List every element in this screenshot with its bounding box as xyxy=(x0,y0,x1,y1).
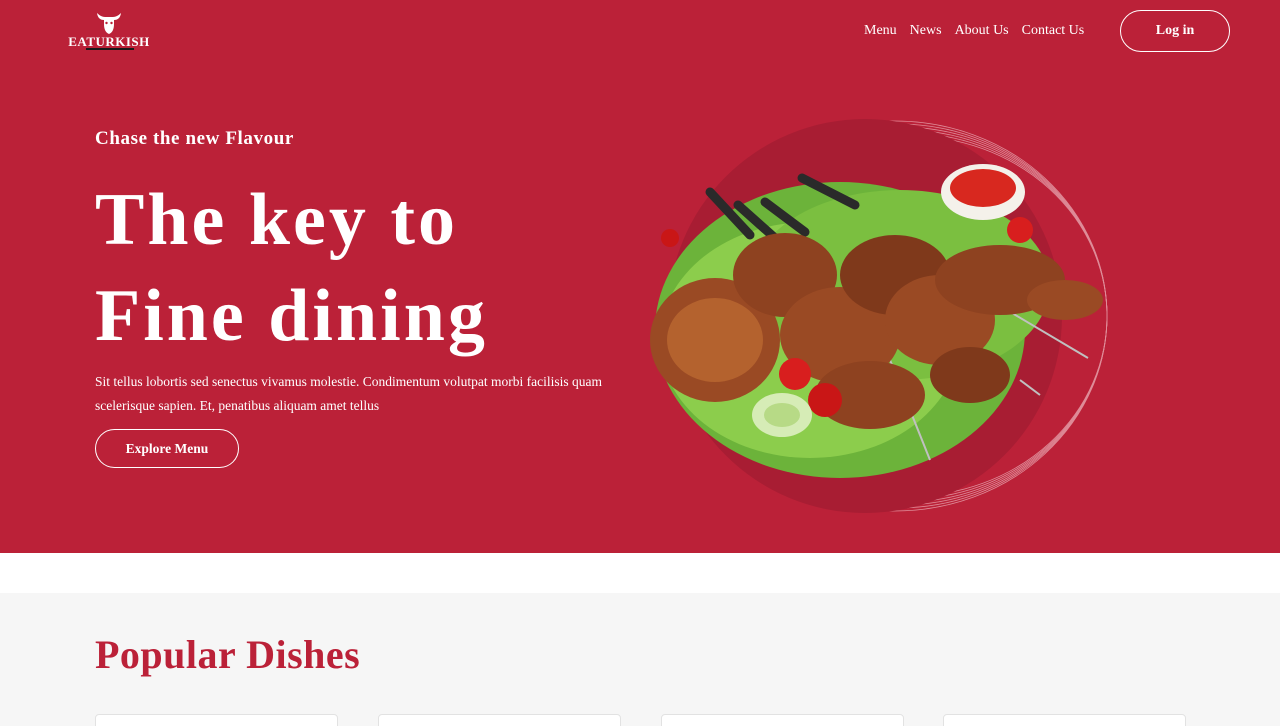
nav-link-about-us[interactable]: About Us xyxy=(955,22,1009,40)
login-button[interactable]: Log in xyxy=(1120,10,1230,52)
section-spacer xyxy=(0,553,1280,593)
main-nav: Menu News About Us Contact Us xyxy=(864,22,1084,40)
headline-line-2: Fine dining xyxy=(95,275,488,357)
dish-card[interactable] xyxy=(943,714,1186,726)
nav-link-menu[interactable]: Menu xyxy=(864,22,897,40)
explore-menu-button[interactable]: Explore Menu xyxy=(95,429,239,468)
logo-underline xyxy=(86,48,134,50)
hero-section: EATURKISH Menu News About Us Contact Us … xyxy=(0,0,1280,553)
dish-card[interactable] xyxy=(378,714,621,726)
hero-description: Sit tellus lobortis sed senectus vivamus… xyxy=(95,374,602,413)
nav-link-news[interactable]: News xyxy=(910,22,942,40)
popular-dishes-section: Popular Dishes xyxy=(0,593,1280,726)
dish-card[interactable] xyxy=(95,714,338,726)
bull-head-icon xyxy=(97,13,121,34)
popular-dishes-title: Popular Dishes xyxy=(95,632,361,677)
dish-card[interactable] xyxy=(661,714,904,726)
nav-link-contact-us[interactable]: Contact Us xyxy=(1022,22,1085,40)
headline-line-1: The key to xyxy=(95,179,458,261)
hero-headline: The key to Fine dining xyxy=(95,172,488,364)
hero-eyebrow: Chase the new Flavour xyxy=(95,128,294,149)
brand-logo[interactable]: EATURKISH xyxy=(62,10,156,52)
kebab-plate-image xyxy=(650,119,1108,513)
